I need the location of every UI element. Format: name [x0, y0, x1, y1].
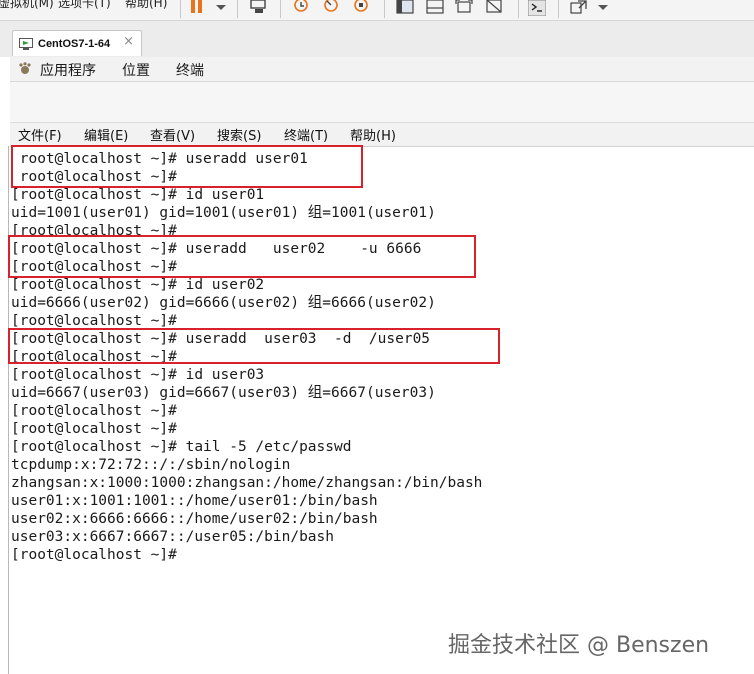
- terminal-output[interactable]: root@localhost ~]# useradd user01 root@l…: [11, 150, 751, 670]
- terminal-line: user02:x:6666:6666::/home/user02:/bin/ba…: [11, 511, 378, 527]
- dropdown-arrow-icon[interactable]: [212, 0, 230, 16]
- terminal-line: uid=6667(user03) gid=6667(user03) 组=6667…: [11, 385, 436, 401]
- close-icon[interactable]: ×: [123, 34, 134, 49]
- terminal-line: uid=6666(user02) gid=6666(user02) 组=6666…: [11, 295, 436, 311]
- vm-menu-vm[interactable]: 虚拟机(M): [0, 0, 54, 11]
- highlight-box-user01: [11, 145, 363, 188]
- terminal-line: user03:x:6667:6667::/user05:/bin/bash: [11, 529, 335, 545]
- vm-tab-centos[interactable]: CentOS7-1-64 ×: [12, 30, 142, 56]
- gnome-top-bar: 应用程序 位置 终端: [10, 57, 754, 82]
- sidebar-view-icon[interactable]: [396, 0, 414, 16]
- gnome-foot-icon: [19, 62, 31, 74]
- gnome-menu-terminal[interactable]: 终端: [176, 60, 204, 80]
- toolbar-separator: [558, 0, 559, 18]
- unity-mode-icon[interactable]: [485, 0, 503, 16]
- toolbar-separator: [237, 0, 238, 18]
- terminal-line: [root@localhost ~]# tail -5 /etc/passwd: [11, 439, 352, 455]
- terminal-menu-view[interactable]: 查看(V): [150, 125, 195, 144]
- toolbar-separator: [384, 0, 385, 18]
- terminal-menu-file[interactable]: 文件(F): [18, 125, 62, 144]
- terminal-menubar: 文件(F) 编辑(E) 查看(V) 搜索(S) 终端(T) 帮助(H): [10, 123, 754, 147]
- revert-snapshot-icon[interactable]: [322, 0, 340, 16]
- terminal-line: [root@localhost ~]#: [11, 547, 177, 563]
- vm-menu-tabs[interactable]: 选项卡(T): [58, 0, 111, 11]
- terminal-titlebar: [10, 82, 754, 123]
- gnome-menu-applications[interactable]: 应用程序: [40, 60, 96, 80]
- highlight-box-user02: [8, 235, 476, 278]
- fullscreen-icon[interactable]: [455, 0, 473, 16]
- vm-tab-label: CentOS7-1-64: [38, 37, 111, 50]
- terminal-line: [root@localhost ~]#: [11, 421, 177, 437]
- vm-toolbar: 虚拟机(M) 选项卡(T) 帮助(H): [0, 0, 754, 21]
- snapshot-icon[interactable]: [292, 0, 310, 16]
- single-view-icon[interactable]: [426, 0, 444, 16]
- stretch-icon[interactable]: [570, 0, 588, 16]
- toolbar-separator: [280, 0, 281, 18]
- toolbar-separator: [180, 0, 181, 18]
- terminal-line: uid=1001(user01) gid=1001(user01) 组=1001…: [11, 205, 436, 221]
- terminal-line: tcpdump:x:72:72::/:/sbin/nologin: [11, 457, 291, 473]
- gnome-menu-places[interactable]: 位置: [122, 60, 150, 80]
- highlight-box-user03: [8, 328, 500, 364]
- pause-icon[interactable]: [188, 0, 206, 16]
- terminal-line: [root@localhost ~]# id user02: [11, 277, 265, 293]
- terminal-line: [root@localhost ~]# id user01: [11, 187, 265, 203]
- terminal-menu-terminal[interactable]: 终端(T): [284, 125, 328, 144]
- toolbar-separator: [518, 0, 519, 18]
- window-left-border: [8, 146, 9, 674]
- vm-menu-help[interactable]: 帮助(H): [125, 0, 167, 11]
- snapshot-manager-icon[interactable]: [352, 0, 370, 16]
- terminal-menu-search[interactable]: 搜索(S): [217, 125, 261, 144]
- watermark: 掘金技术社区 @ Benszen: [448, 633, 710, 658]
- send-keys-icon[interactable]: [250, 0, 268, 16]
- terminal-line: zhangsan:x:1000:1000:zhangsan:/home/zhan…: [11, 475, 483, 491]
- vm-tab-bar: CentOS7-1-64 ×: [0, 21, 754, 57]
- stretch-dropdown-icon[interactable]: [594, 0, 612, 16]
- terminal-line: [root@localhost ~]#: [11, 403, 177, 419]
- console-view-icon[interactable]: [528, 0, 546, 16]
- vm-icon: [19, 37, 33, 50]
- screenshot-root: 虚拟机(M) 选项卡(T) 帮助(H) CentOS7-1-64 × 应用程序 …: [0, 0, 754, 674]
- terminal-menu-help[interactable]: 帮助(H): [350, 125, 396, 144]
- terminal-line: user01:x:1001:1001::/home/user01:/bin/ba…: [11, 493, 378, 509]
- terminal-menu-edit[interactable]: 编辑(E): [84, 125, 128, 144]
- terminal-line: [root@localhost ~]# id user03: [11, 367, 265, 383]
